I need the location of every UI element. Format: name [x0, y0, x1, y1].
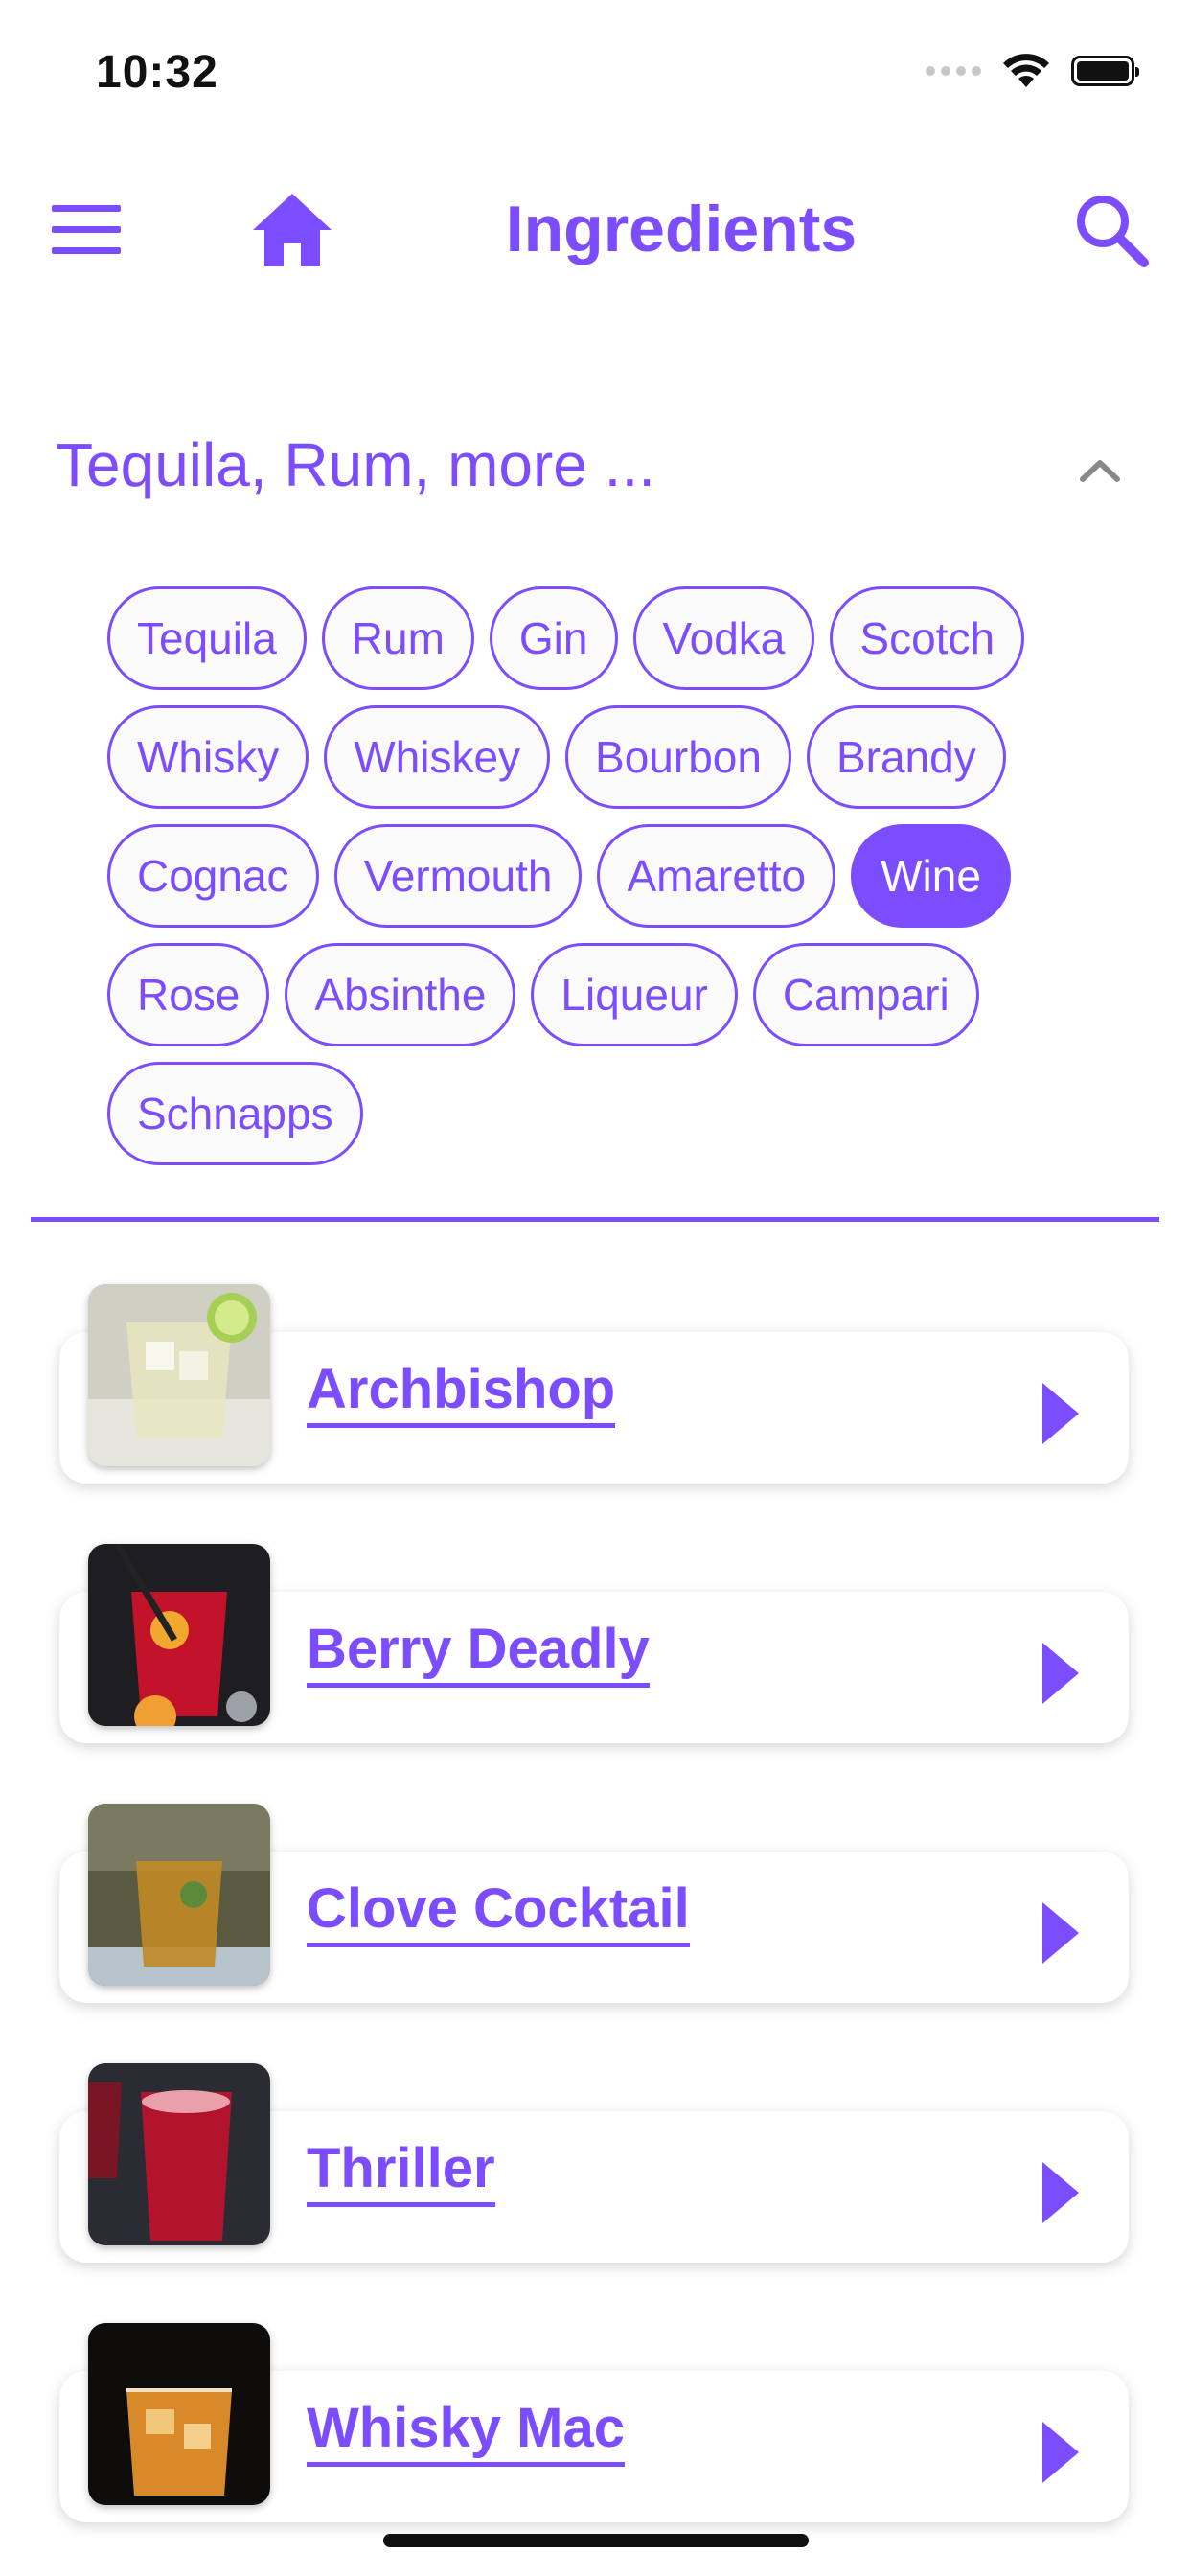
- drink-thumbnail: [88, 1284, 270, 1466]
- chip-vermouth[interactable]: Vermouth: [333, 824, 583, 928]
- drink-thumbnail: [88, 1804, 270, 1986]
- drink-list-item[interactable]: Clove Cocktail: [59, 1804, 1129, 2003]
- drink-name-link-archbishop[interactable]: Archbishop: [307, 1360, 616, 1428]
- chevron-up-icon[interactable]: [1062, 431, 1138, 508]
- ingredient-chip-group: Tequila Rum Gin Vodka Scotch Whisky Whiskey Bou…: [107, 586, 1094, 1165]
- chip-vodka[interactable]: Vodka: [632, 586, 815, 690]
- chip-tequila[interactable]: Tequila: [107, 586, 307, 690]
- drink-name-link-whisky-mac[interactable]: Whisky Mac: [307, 2399, 625, 2467]
- drink-name-link-thriller[interactable]: Thriller: [307, 2139, 495, 2207]
- chip-bourbon[interactable]: Bourbon: [565, 705, 791, 809]
- chip-whiskey[interactable]: Whiskey: [324, 705, 551, 809]
- chip-whisky[interactable]: Whisky: [107, 705, 309, 809]
- chip-brandy[interactable]: Brandy: [806, 705, 1006, 809]
- arrow-right-icon[interactable]: [1037, 2414, 1085, 2491]
- drink-thumbnail: [88, 2063, 270, 2245]
- chip-liqueur[interactable]: Liqueur: [531, 943, 738, 1046]
- home-indicator[interactable]: [383, 2534, 809, 2547]
- drink-name-link-berry-deadly[interactable]: Berry Deadly: [307, 1620, 650, 1688]
- filter-title: Tequila, Rum, more ...: [56, 430, 655, 499]
- chip-amaretto[interactable]: Amaretto: [597, 824, 836, 928]
- chip-campari[interactable]: Campari: [752, 943, 979, 1046]
- drink-list-item[interactable]: Thriller: [59, 2063, 1129, 2263]
- ingredient-filter-header[interactable]: Tequila, Rum, more ...: [56, 422, 1138, 518]
- drink-list-item[interactable]: Whisky Mac: [59, 2323, 1129, 2522]
- status-time: 10:32: [96, 47, 218, 98]
- arrow-right-icon[interactable]: [1037, 1375, 1085, 1452]
- drink-thumbnail: [88, 2323, 270, 2505]
- chip-gin[interactable]: Gin: [489, 586, 618, 690]
- search-icon[interactable]: [1073, 192, 1150, 268]
- arrow-right-icon[interactable]: [1037, 1635, 1085, 1712]
- drink-name-link-clove-cocktail[interactable]: Clove Cocktail: [307, 1879, 690, 1947]
- drink-list-item[interactable]: Archbishop: [59, 1284, 1129, 1484]
- chip-scotch[interactable]: Scotch: [830, 586, 1025, 690]
- chip-rum[interactable]: Rum: [321, 586, 474, 690]
- divider: [31, 1217, 1159, 1222]
- chip-cognac[interactable]: Cognac: [107, 824, 319, 928]
- chip-wine[interactable]: Wine: [851, 824, 1011, 928]
- cellular-signal-icon: [926, 66, 981, 76]
- page-title: Ingredients: [0, 192, 1190, 266]
- chip-absinthe[interactable]: Absinthe: [285, 943, 516, 1046]
- drink-thumbnail: [88, 1544, 270, 1726]
- app-bar: Ingredients: [0, 163, 1190, 297]
- drink-list-item[interactable]: Berry Deadly: [59, 1544, 1129, 1743]
- wifi-icon: [1003, 54, 1049, 87]
- status-bar: 10:32: [0, 0, 1190, 144]
- chip-rose[interactable]: Rose: [107, 943, 270, 1046]
- chip-schnapps[interactable]: Schnapps: [107, 1062, 363, 1165]
- arrow-right-icon[interactable]: [1037, 1895, 1085, 1971]
- battery-icon: [1071, 56, 1139, 86]
- status-icons: [926, 53, 1139, 89]
- arrow-right-icon[interactable]: [1037, 2154, 1085, 2231]
- page-title-text: Ingredients: [505, 193, 858, 265]
